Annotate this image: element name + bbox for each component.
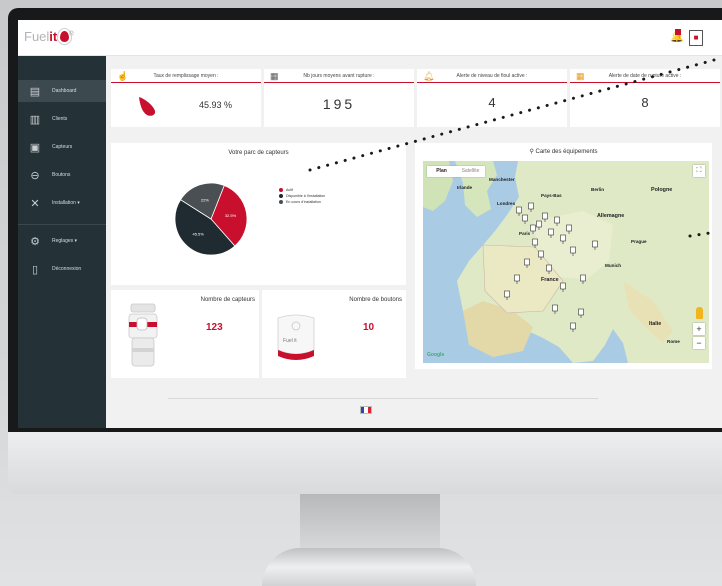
- callout-dotted-lines: [308, 58, 718, 238]
